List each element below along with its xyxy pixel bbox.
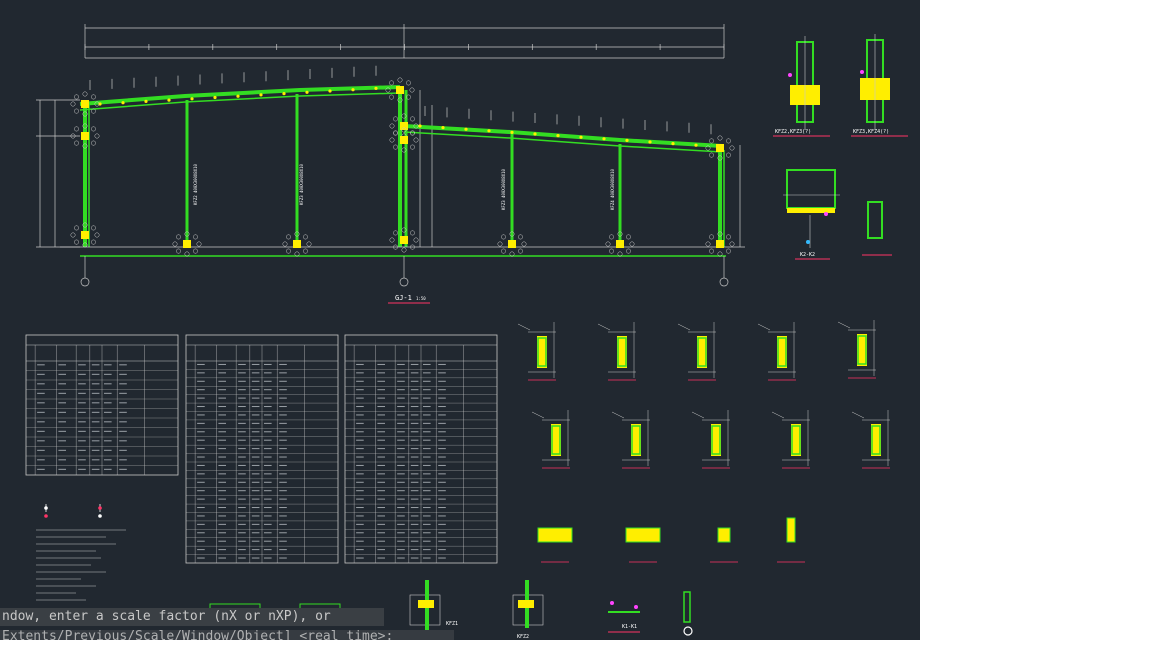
detail-label-1: KFZ2,KFZ3(?) xyxy=(775,129,811,135)
connection-nodes xyxy=(70,77,735,257)
left-dimensions xyxy=(36,90,741,248)
column-labels: KFZ2 400X300X8X10 KFZ3 400X300X8X10 KFZ3… xyxy=(193,163,615,210)
legend xyxy=(36,504,126,601)
section-details xyxy=(517,320,890,563)
frame-scale: 1:50 xyxy=(416,296,426,301)
detail-label-mid: K2-K2 xyxy=(800,252,815,258)
column-label-4: KFZ4 400X300X8X10 xyxy=(610,168,615,210)
grid-axes xyxy=(60,246,745,287)
top-right-details: KFZ2,KFZ3(?) KFZ3,KFZ4(?) K2-K2 xyxy=(773,34,908,260)
command-line-options[interactable]: Extents/Previous/Scale/Window/Object] <r… xyxy=(0,630,454,640)
column-label-2: KFZ3 400X300X8X10 xyxy=(299,163,304,205)
cad-drawing-canvas[interactable]: KFZ2 400X300X8X10 KFZ3 400X300X8X10 KFZ3… xyxy=(0,0,920,640)
frame-title: GJ-1 xyxy=(395,294,412,302)
command-line-prompt[interactable]: ndow, enter a scale factor (nX or nXP), … xyxy=(0,608,384,626)
portal-frame-steel xyxy=(79,85,726,257)
column-label-3: KFZ3 400X300X8X10 xyxy=(501,168,506,210)
base-label-2: KFZ2 xyxy=(517,634,529,640)
detail-label-2: KFZ3,KFZ4(?) xyxy=(853,129,889,135)
base-label-3: K1-K1 xyxy=(622,624,637,630)
cad-drawing-viewport[interactable]: KFZ2 400X300X8X10 KFZ3 400X300X8X10 KFZ3… xyxy=(0,0,920,640)
column-label-1: KFZ2 400X300X8X10 xyxy=(193,163,198,205)
base-label-1: KFZ1 xyxy=(446,621,458,627)
material-tables xyxy=(25,334,498,564)
